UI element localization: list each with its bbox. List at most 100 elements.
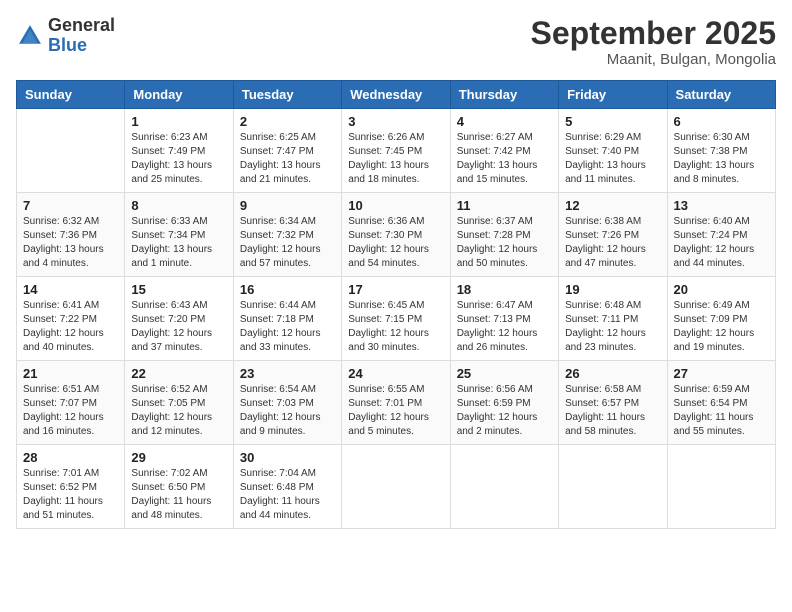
calendar-week-row: 14 Sunrise: 6:41 AM Sunset: 7:22 PM Dayli… <box>17 277 776 361</box>
day-info: Sunrise: 6:29 AM Sunset: 7:40 PM Dayligh… <box>565 131 660 187</box>
calendar-cell: 21 Sunrise: 6:51 AM Sunset: 7:07 PM Dayli… <box>17 361 125 445</box>
calendar-cell: 13Sunrise: 6:40 AM Sunset: 7:24 PM Dayli… <box>667 193 775 277</box>
day-info: Sunrise: 6:40 AM Sunset: 7:24 PM Dayligh… <box>674 215 769 271</box>
calendar-cell: 29 Sunrise: 7:02 AM Sunset: 6:50 PM Dayli… <box>125 445 233 529</box>
day-number: 28 <box>23 450 118 465</box>
day-info: Sunrise: 6:43 AM Sunset: 7:20 PM Dayligh… <box>131 299 226 355</box>
day-number: 21 <box>23 366 118 381</box>
weekday-header-friday: Friday <box>559 81 667 109</box>
day-info: Sunrise: 6:36 AM Sunset: 7:30 PM Dayligh… <box>348 215 443 271</box>
location-subtitle: Maanit, Bulgan, Mongolia <box>531 51 776 68</box>
day-number: 1 <box>131 114 226 129</box>
day-info: Sunrise: 6:23 AM Sunset: 7:49 PM Dayligh… <box>131 131 226 187</box>
day-info: Sunrise: 7:04 AM Sunset: 6:48 PM Dayligh… <box>240 467 335 523</box>
day-info: Sunrise: 6:33 AM Sunset: 7:34 PM Dayligh… <box>131 215 226 271</box>
month-title: September 2025 <box>531 16 776 51</box>
calendar-cell: 12 Sunrise: 6:38 AM Sunset: 7:26 PM Dayli… <box>559 193 667 277</box>
calendar-cell <box>559 445 667 529</box>
calendar-cell: 26 Sunrise: 6:58 AM Sunset: 6:57 PM Dayli… <box>559 361 667 445</box>
calendar-cell: 30 Sunrise: 7:04 AM Sunset: 6:48 PM Dayli… <box>233 445 341 529</box>
calendar-cell <box>342 445 450 529</box>
day-number: 23 <box>240 366 335 381</box>
calendar-cell: 19Sunrise: 6:48 AM Sunset: 7:11 PM Dayli… <box>559 277 667 361</box>
day-number: 17 <box>348 282 443 297</box>
calendar-week-row: 1 Sunrise: 6:23 AM Sunset: 7:49 PM Daylig… <box>17 109 776 193</box>
title-block: September 2025 Maanit, Bulgan, Mongolia <box>531 16 776 68</box>
day-number: 27 <box>674 366 769 381</box>
calendar-cell: 14 Sunrise: 6:41 AM Sunset: 7:22 PM Dayli… <box>17 277 125 361</box>
logo: General Blue <box>16 16 115 56</box>
day-number: 12 <box>565 198 660 213</box>
calendar-cell: 2Sunrise: 6:25 AM Sunset: 7:47 PM Daylig… <box>233 109 341 193</box>
day-info: Sunrise: 6:37 AM Sunset: 7:28 PM Dayligh… <box>457 215 552 271</box>
day-info: Sunrise: 6:38 AM Sunset: 7:26 PM Dayligh… <box>565 215 660 271</box>
day-info: Sunrise: 6:41 AM Sunset: 7:22 PM Dayligh… <box>23 299 118 355</box>
day-info: Sunrise: 6:34 AM Sunset: 7:32 PM Dayligh… <box>240 215 335 271</box>
calendar-cell <box>450 445 558 529</box>
day-number: 11 <box>457 198 552 213</box>
day-info: Sunrise: 6:25 AM Sunset: 7:47 PM Dayligh… <box>240 131 335 187</box>
day-number: 8 <box>131 198 226 213</box>
calendar-cell: 10 Sunrise: 6:36 AM Sunset: 7:30 PM Dayli… <box>342 193 450 277</box>
logo-text: General Blue <box>48 16 115 56</box>
calendar-cell: 22Sunrise: 6:52 AM Sunset: 7:05 PM Dayli… <box>125 361 233 445</box>
day-number: 7 <box>23 198 118 213</box>
calendar-cell <box>17 109 125 193</box>
day-info: Sunrise: 6:32 AM Sunset: 7:36 PM Dayligh… <box>23 215 118 271</box>
calendar-cell: 9 Sunrise: 6:34 AM Sunset: 7:32 PM Daylig… <box>233 193 341 277</box>
day-number: 9 <box>240 198 335 213</box>
day-number: 6 <box>674 114 769 129</box>
day-info: Sunrise: 6:58 AM Sunset: 6:57 PM Dayligh… <box>565 383 660 439</box>
day-info: Sunrise: 6:51 AM Sunset: 7:07 PM Dayligh… <box>23 383 118 439</box>
calendar-cell: 7 Sunrise: 6:32 AM Sunset: 7:36 PM Daylig… <box>17 193 125 277</box>
day-info: Sunrise: 6:59 AM Sunset: 6:54 PM Dayligh… <box>674 383 769 439</box>
day-number: 10 <box>348 198 443 213</box>
day-number: 18 <box>457 282 552 297</box>
calendar-cell <box>667 445 775 529</box>
day-info: Sunrise: 6:56 AM Sunset: 6:59 PM Dayligh… <box>457 383 552 439</box>
calendar-cell: 6 Sunrise: 6:30 AM Sunset: 7:38 PM Daylig… <box>667 109 775 193</box>
day-number: 4 <box>457 114 552 129</box>
day-number: 24 <box>348 366 443 381</box>
calendar-cell: 24 Sunrise: 6:55 AM Sunset: 7:01 PM Dayli… <box>342 361 450 445</box>
calendar-cell: 11 Sunrise: 6:37 AM Sunset: 7:28 PM Dayli… <box>450 193 558 277</box>
day-number: 30 <box>240 450 335 465</box>
day-number: 16 <box>240 282 335 297</box>
weekday-header-tuesday: Tuesday <box>233 81 341 109</box>
day-number: 26 <box>565 366 660 381</box>
calendar-cell: 4 Sunrise: 6:27 AM Sunset: 7:42 PM Daylig… <box>450 109 558 193</box>
day-info: Sunrise: 6:26 AM Sunset: 7:45 PM Dayligh… <box>348 131 443 187</box>
logo-general-text: General <box>48 15 115 35</box>
day-number: 29 <box>131 450 226 465</box>
day-info: Sunrise: 7:01 AM Sunset: 6:52 PM Dayligh… <box>23 467 118 523</box>
day-info: Sunrise: 6:30 AM Sunset: 7:38 PM Dayligh… <box>674 131 769 187</box>
day-number: 25 <box>457 366 552 381</box>
weekday-header-monday: Monday <box>125 81 233 109</box>
day-number: 5 <box>565 114 660 129</box>
day-info: Sunrise: 7:02 AM Sunset: 6:50 PM Dayligh… <box>131 467 226 523</box>
calendar-cell: 23Sunrise: 6:54 AM Sunset: 7:03 PM Dayli… <box>233 361 341 445</box>
day-number: 20 <box>674 282 769 297</box>
calendar-cell: 1 Sunrise: 6:23 AM Sunset: 7:49 PM Daylig… <box>125 109 233 193</box>
day-info: Sunrise: 6:55 AM Sunset: 7:01 PM Dayligh… <box>348 383 443 439</box>
day-number: 3 <box>348 114 443 129</box>
calendar-cell: 27 Sunrise: 6:59 AM Sunset: 6:54 PM Dayli… <box>667 361 775 445</box>
logo-icon <box>16 22 44 50</box>
calendar-cell: 25 Sunrise: 6:56 AM Sunset: 6:59 PM Dayli… <box>450 361 558 445</box>
calendar-cell: 18 Sunrise: 6:47 AM Sunset: 7:13 PM Dayli… <box>450 277 558 361</box>
page-header: General Blue September 2025 Maanit, Bulg… <box>16 16 776 68</box>
day-info: Sunrise: 6:52 AM Sunset: 7:05 PM Dayligh… <box>131 383 226 439</box>
calendar-table: SundayMondayTuesdayWednesdayThursdayFrid… <box>16 80 776 529</box>
day-info: Sunrise: 6:47 AM Sunset: 7:13 PM Dayligh… <box>457 299 552 355</box>
logo-blue-text: Blue <box>48 35 87 55</box>
day-info: Sunrise: 6:48 AM Sunset: 7:11 PM Dayligh… <box>565 299 660 355</box>
day-info: Sunrise: 6:44 AM Sunset: 7:18 PM Dayligh… <box>240 299 335 355</box>
calendar-cell: 17Sunrise: 6:45 AM Sunset: 7:15 PM Dayli… <box>342 277 450 361</box>
calendar-week-row: 21 Sunrise: 6:51 AM Sunset: 7:07 PM Dayli… <box>17 361 776 445</box>
day-number: 14 <box>23 282 118 297</box>
calendar-week-row: 28 Sunrise: 7:01 AM Sunset: 6:52 PM Dayli… <box>17 445 776 529</box>
day-info: Sunrise: 6:27 AM Sunset: 7:42 PM Dayligh… <box>457 131 552 187</box>
day-info: Sunrise: 6:49 AM Sunset: 7:09 PM Dayligh… <box>674 299 769 355</box>
calendar-cell: 3 Sunrise: 6:26 AM Sunset: 7:45 PM Daylig… <box>342 109 450 193</box>
weekday-header-saturday: Saturday <box>667 81 775 109</box>
